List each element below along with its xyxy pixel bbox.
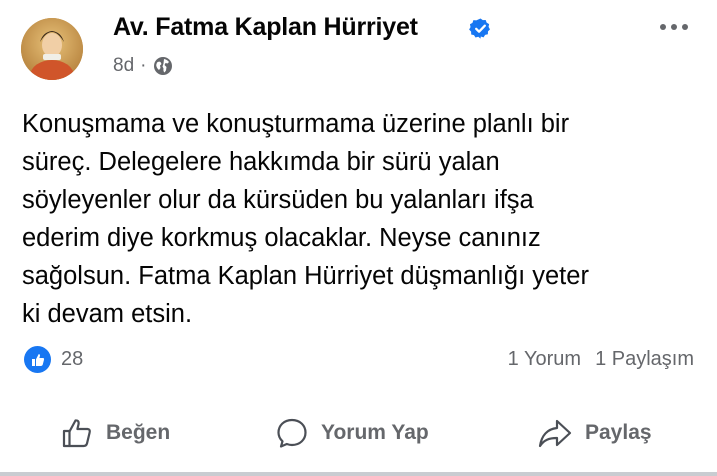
reactions-summary[interactable]: 28 [24,346,83,373]
avatar-image [21,18,83,80]
comment-button[interactable]: Yorum Yap [275,408,429,458]
like-button[interactable]: Beğen [60,408,170,458]
author-name[interactable]: Av. Fatma Kaplan Hürriyet [113,13,418,42]
meta-separator: · [140,55,147,76]
post-text-line: süreç. Delegelere hakkımda bir sürü yala… [22,148,500,176]
globe-icon[interactable] [153,56,173,76]
post-divider [0,472,717,476]
share-arrow-icon [538,419,572,448]
post-actions-bar: Beğen Yorum Yap Paylaş [0,408,717,458]
verified-badge-icon [469,18,490,39]
more-dot-icon [660,24,666,30]
comment-label: Yorum Yap [321,421,429,444]
more-dot-icon [682,24,688,30]
share-button[interactable]: Paylaş [537,408,652,458]
more-dot-icon [671,24,677,30]
post-timestamp[interactable]: 8d [113,55,134,77]
post-text-line: sağolsun. Fatma Kaplan Hürriyet düşmanlı… [22,262,589,290]
facebook-post: Av. Fatma Kaplan Hürriyet 8d · Konuşmama… [0,0,717,476]
post-meta: 8d · [113,55,173,77]
like-label: Beğen [106,421,171,444]
author-avatar[interactable] [21,18,83,80]
post-text: Konuşmama ve konuşturmama üzerine planlı… [22,105,702,333]
post-text-line: ki devam etsin. [22,300,193,328]
post-text-line: ederim diye korkmuş olacaklar. Neyse can… [22,224,541,252]
more-options-button[interactable] [660,20,700,34]
post-text-line: Konuşmama ve konuşturmama üzerine planlı… [22,110,570,138]
engagement-counts: 1 Yorum 1 Paylaşım [508,348,694,371]
share-count-link[interactable]: 1 Paylaşım [595,348,694,370]
reaction-count: 28 [61,348,84,370]
post-text-line: söyleyenler olur da kürsüden bu yalanlar… [22,186,534,214]
like-icon [24,346,51,373]
thumbs-up-icon [62,419,91,448]
comment-count-link[interactable]: 1 Yorum [508,348,581,370]
share-label: Paylaş [585,421,652,444]
comment-bubble-icon [277,418,307,448]
